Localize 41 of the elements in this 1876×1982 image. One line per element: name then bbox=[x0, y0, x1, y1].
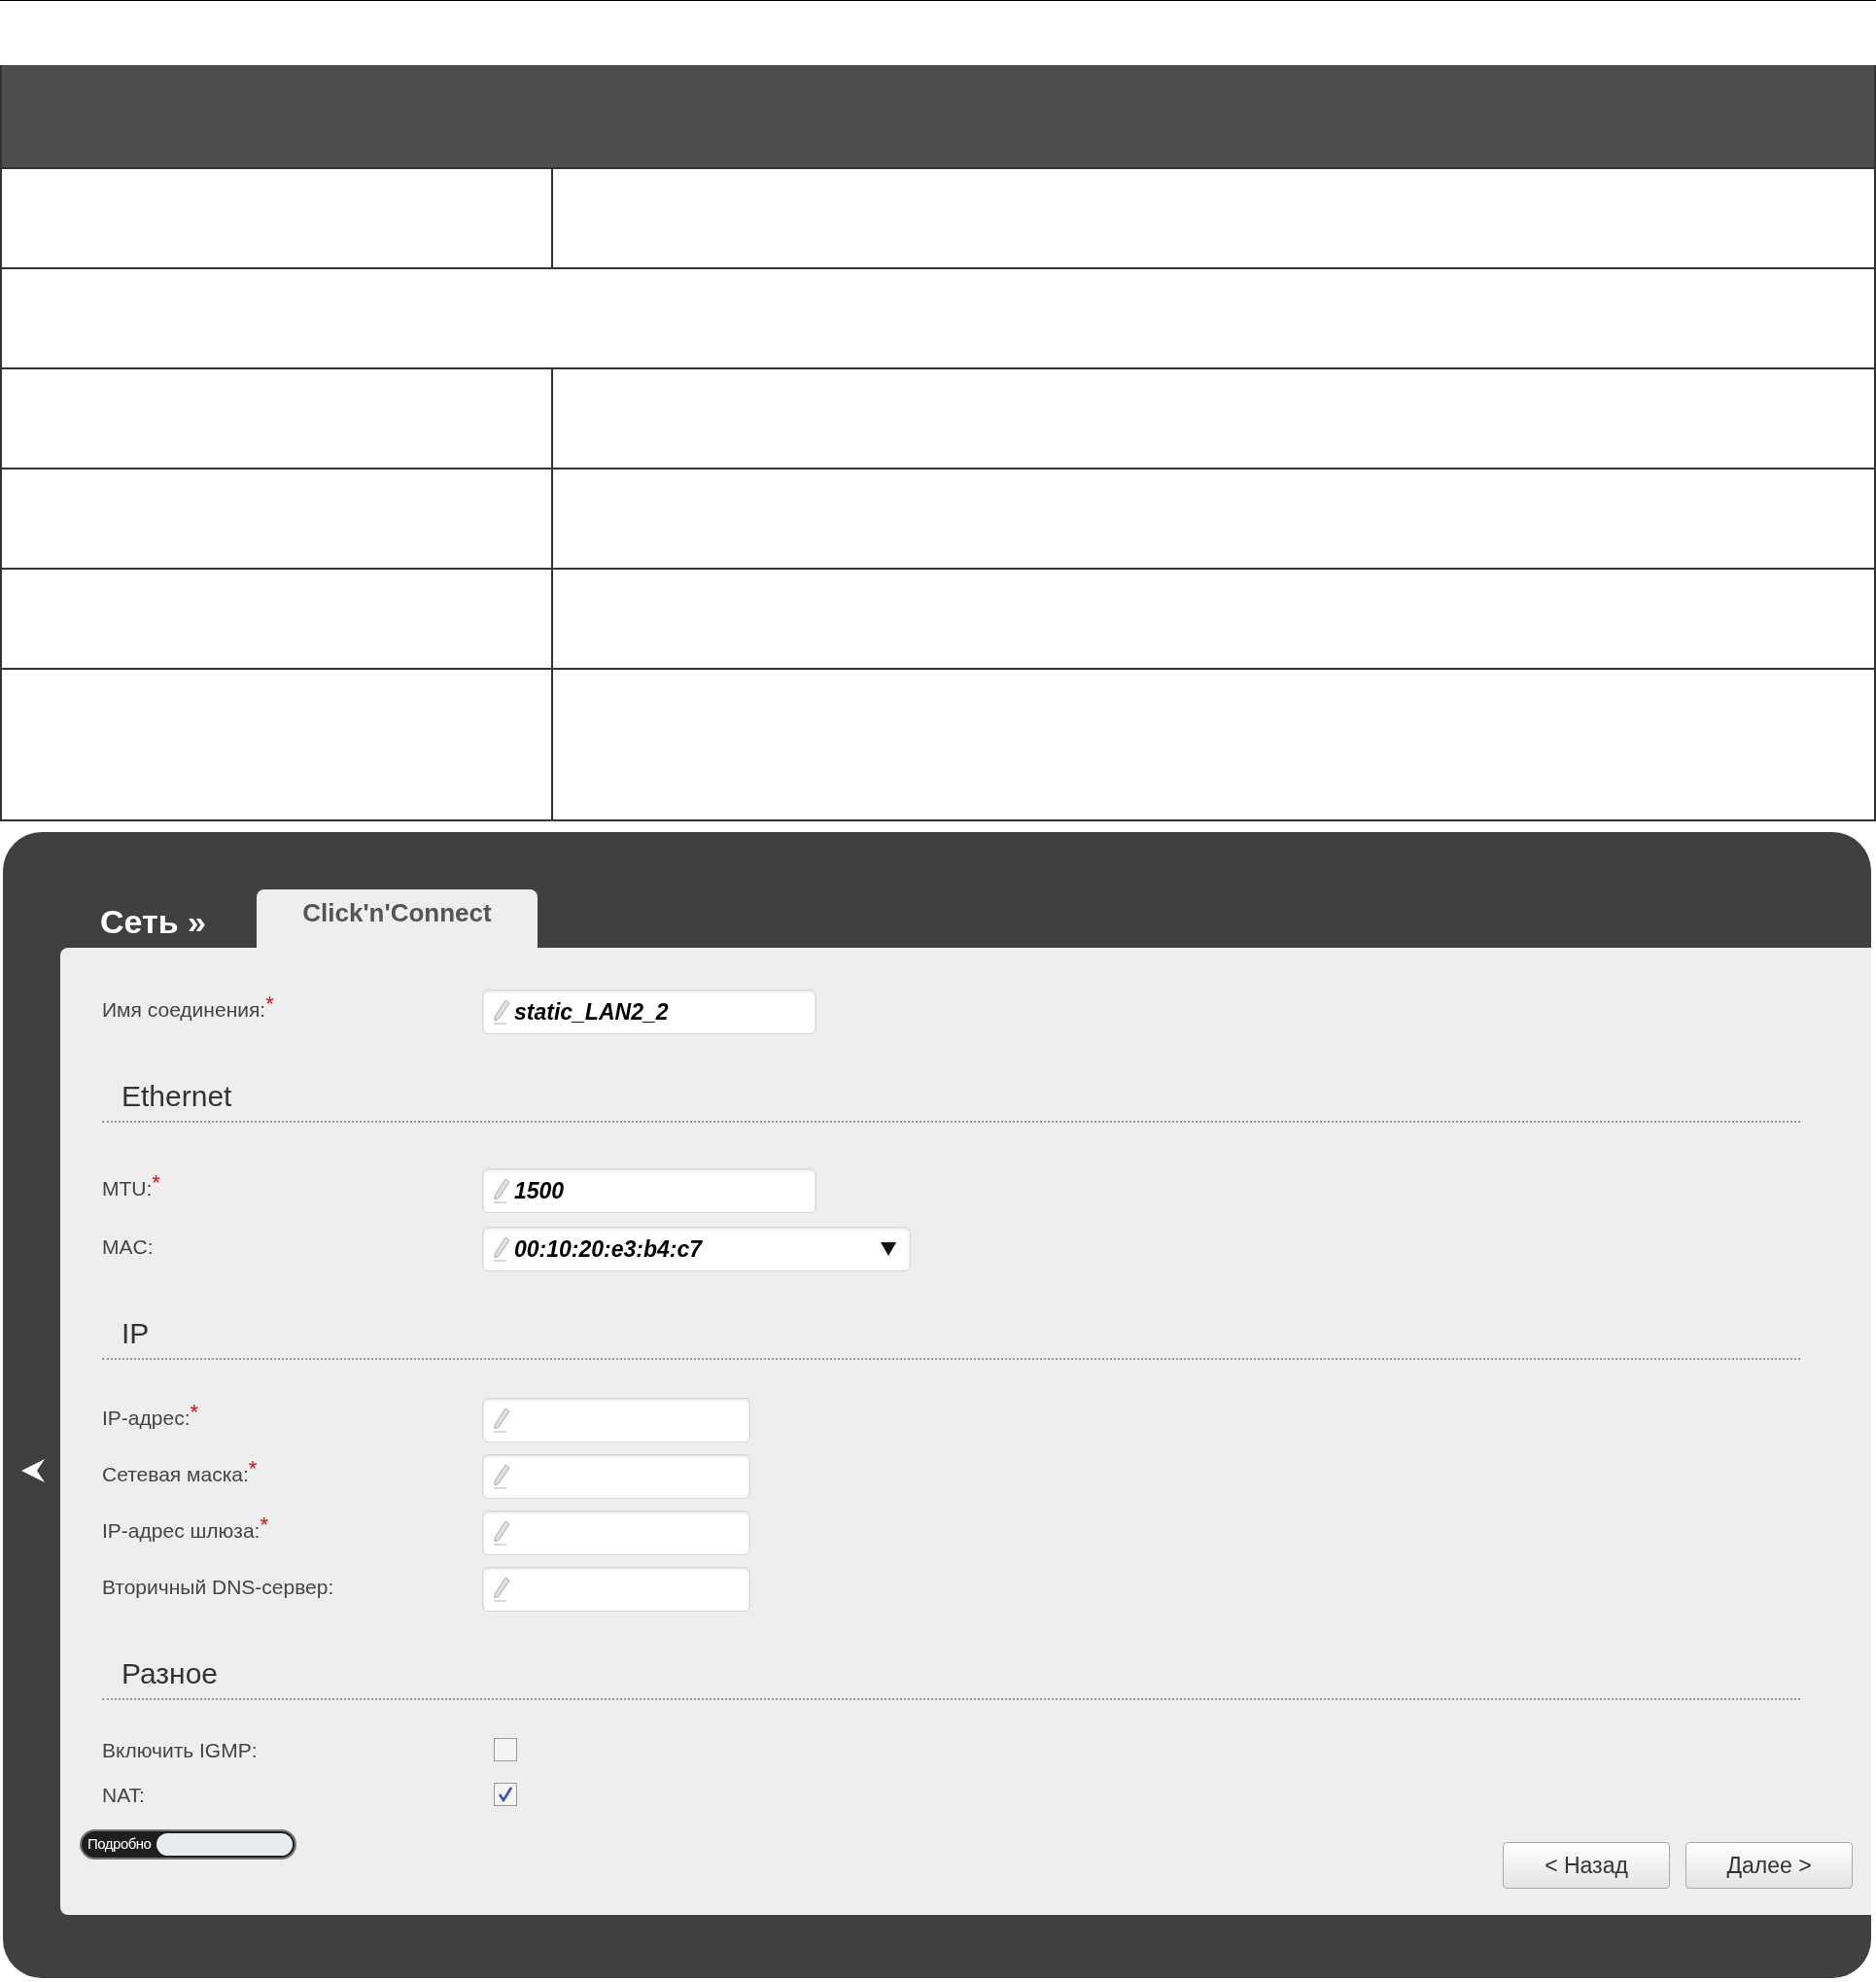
nav-button[interactable]: < Назад bbox=[1503, 1842, 1670, 1889]
section-heading: IP bbox=[121, 1319, 150, 1351]
required-mark: * bbox=[248, 1458, 258, 1479]
pencil-icon bbox=[493, 1577, 510, 1602]
field-label: IP-адрес шлюза: bbox=[102, 1520, 261, 1541]
field-label: IP-адрес: bbox=[102, 1408, 191, 1428]
field-label: Включить IGMP: bbox=[102, 1739, 258, 1760]
pencil-icon bbox=[493, 1178, 510, 1203]
checkbox[interactable] bbox=[494, 1738, 517, 1761]
field-label: Вторичный DNS-сервер: bbox=[102, 1577, 334, 1597]
dropdown-caret-icon bbox=[881, 1242, 896, 1256]
required-mark: * bbox=[265, 993, 274, 1015]
pencil-icon bbox=[493, 1520, 510, 1546]
required-mark: * bbox=[152, 1172, 160, 1194]
details-toggle[interactable]: Подробно bbox=[80, 1829, 296, 1860]
field-label: Имя соединения: bbox=[102, 999, 266, 1020]
required-mark: * bbox=[260, 1514, 268, 1536]
section-heading: Ethernet bbox=[121, 1082, 232, 1114]
field-label: Сетевая маска: bbox=[102, 1464, 249, 1484]
tab[interactable]: Click'n'Connect bbox=[257, 889, 538, 948]
pencil-icon bbox=[493, 1464, 510, 1489]
input-field[interactable] bbox=[482, 1454, 750, 1499]
checkbox[interactable] bbox=[494, 1783, 517, 1806]
input-field[interactable]: 1500 bbox=[482, 1168, 816, 1213]
nav-button[interactable]: Далее > bbox=[1685, 1842, 1853, 1889]
field-label: NAT: bbox=[102, 1784, 145, 1805]
checkmark-icon bbox=[498, 1787, 513, 1802]
pencil-icon bbox=[493, 1408, 510, 1433]
pencil-icon bbox=[493, 1236, 510, 1262]
field-label: MAC: bbox=[102, 1236, 154, 1257]
input-field[interactable] bbox=[482, 1511, 750, 1555]
input-field[interactable] bbox=[482, 1567, 750, 1612]
breadcrumb: Сеть » bbox=[100, 905, 207, 938]
input-field[interactable] bbox=[482, 1398, 750, 1443]
select-field[interactable]: 00:10:20:e3:b4:c7 bbox=[482, 1227, 911, 1271]
required-mark: * bbox=[190, 1402, 199, 1423]
pencil-icon bbox=[493, 999, 510, 1025]
input-field[interactable]: static_LAN2_2 bbox=[482, 990, 816, 1034]
field-label: MTU: bbox=[102, 1178, 153, 1199]
back-arrow-icon[interactable] bbox=[19, 1457, 47, 1484]
section-heading: Разное bbox=[121, 1659, 219, 1691]
